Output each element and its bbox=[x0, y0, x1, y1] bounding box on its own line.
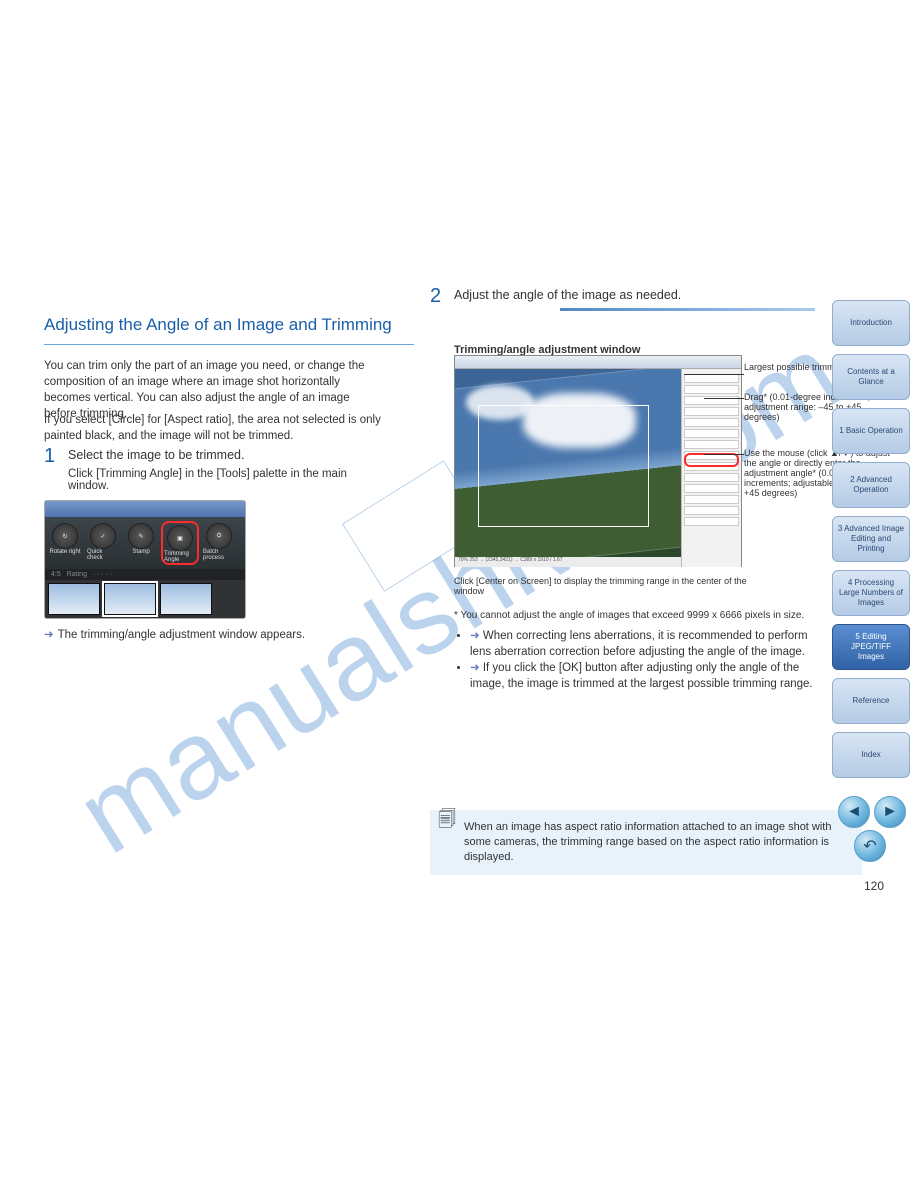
note-circle-crop: If you select [Circle] for [Aspect ratio… bbox=[44, 412, 384, 444]
step-2-number: 2 bbox=[430, 285, 441, 308]
nav-ch4[interactable]: 4 Processing Large Numbers of Images bbox=[832, 570, 910, 616]
toolbar-trimming-angle: ▣Trimming Angle bbox=[163, 523, 197, 563]
toolbar-screenshot: ↻Rotate right ✓Quick check ✎Stamp ▣Trimm… bbox=[44, 500, 246, 619]
appear-text: ➜The trimming/angle adjustment window ap… bbox=[44, 627, 305, 641]
step-1-title: Select the image to be trimmed. bbox=[68, 448, 388, 462]
side-nav: Introduction Contents at a Glance 1 Basi… bbox=[832, 300, 910, 786]
nav-contents[interactable]: Contents at a Glance bbox=[832, 354, 910, 400]
step-2-underline bbox=[560, 308, 815, 311]
toolbar-quick-check: ✓Quick check bbox=[87, 523, 119, 563]
page-number: 120 bbox=[864, 879, 884, 893]
nav-ch1[interactable]: 1 Basic Operation bbox=[832, 408, 910, 454]
callout-center: Click [Center on Screen] to display the … bbox=[454, 576, 754, 596]
toolbar-stamp: ✎Stamp bbox=[125, 523, 157, 563]
nav-ch3[interactable]: 3 Advanced Image Editing and Printing bbox=[832, 516, 910, 562]
nav-introduction[interactable]: Introduction bbox=[832, 300, 910, 346]
toolbar-rotate-right: ↻Rotate right bbox=[49, 523, 81, 563]
info-note-box: 🗐 When an image has aspect ratio informa… bbox=[430, 810, 862, 875]
nav-ch5[interactable]: 5 Editing JPEG/TIFF Images bbox=[832, 624, 910, 670]
info-icon: 🗐 bbox=[438, 812, 456, 827]
angle-input-highlight bbox=[684, 453, 739, 467]
prev-page-button[interactable]: ◄ bbox=[838, 796, 870, 828]
nav-ch2[interactable]: 2 Advanced Operation bbox=[832, 462, 910, 508]
trimming-window-screenshot: 70% 253 → (2345,3421) → C389 x 1910 / 1.… bbox=[454, 355, 742, 567]
section-heading: Adjusting the Angle of an Image and Trim… bbox=[44, 314, 414, 345]
toolbar-batch-process: ⛭Batch process bbox=[203, 523, 235, 563]
return-button[interactable]: ↶ bbox=[854, 830, 886, 862]
right-explanation: * You cannot adjust the angle of images … bbox=[454, 608, 814, 696]
next-page-button[interactable]: ► bbox=[874, 796, 906, 828]
step-2-title: Adjust the angle of the image as needed. bbox=[454, 288, 784, 302]
nav-index[interactable]: Index bbox=[832, 732, 910, 778]
nav-reference[interactable]: Reference bbox=[832, 678, 910, 724]
step-1-number: 1 bbox=[44, 445, 55, 468]
